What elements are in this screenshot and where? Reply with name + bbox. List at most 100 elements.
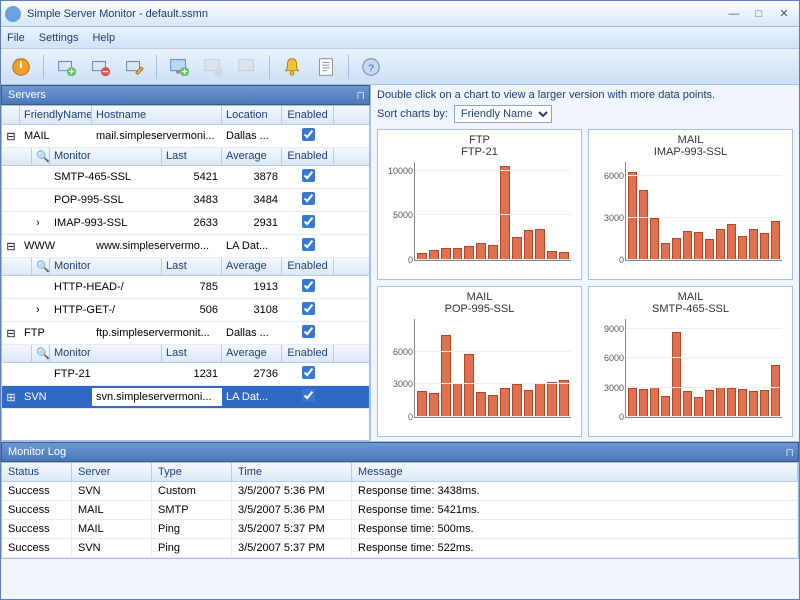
chart-bar [661,396,670,417]
chart-bar [453,383,463,417]
enabled-checkbox[interactable] [302,279,315,292]
server-row[interactable]: ⊟FTPftp.simpleservermonit...Dallas ... [2,322,369,345]
power-button[interactable] [7,53,35,81]
close-button[interactable]: ✕ [773,5,795,23]
menu-help[interactable]: Help [92,32,115,44]
row-selector-icon[interactable]: › [32,301,50,319]
chart-bar [705,239,714,260]
enabled-checkbox[interactable] [302,128,315,141]
log-row[interactable]: SuccessMAILSMTP3/5/2007 5:36 PMResponse … [2,501,798,520]
chart-bar [727,224,736,260]
menubar: File Settings Help [1,27,799,49]
row-selector-icon[interactable] [32,197,50,203]
pin-icon[interactable]: ⊓ [356,89,365,102]
expand-icon[interactable]: ⊟ [2,324,20,343]
log-button[interactable] [312,53,340,81]
log-col-server[interactable]: Server [72,463,152,481]
menu-settings[interactable]: Settings [39,32,79,44]
server-row[interactable]: ⊟WWWwww.simpleservermo...LA Dat... [2,235,369,258]
sort-select[interactable]: Friendly Name [454,105,552,123]
remove-server-button[interactable] [86,53,114,81]
chart-bar [672,332,681,417]
row-selector-icon[interactable] [32,284,50,290]
edit-server-button[interactable] [120,53,148,81]
enabled-checkbox[interactable] [302,238,315,251]
row-selector-icon[interactable] [32,174,50,180]
minimize-button[interactable]: — [723,5,745,23]
log-row[interactable]: SuccessSVNCustom3/5/2007 5:36 PMResponse… [2,482,798,501]
row-selector-icon[interactable] [32,371,50,377]
enabled-checkbox[interactable] [302,325,315,338]
search-icon[interactable]: 🔍 [32,148,50,165]
server-row[interactable]: ⊞SVNsvn.simpleservermoni...LA Dat... [2,386,369,409]
chart-bar [650,218,659,260]
chart-bar [476,243,486,260]
monitor-row[interactable]: ›HTTP-GET-/5063108 [2,299,369,322]
chart[interactable]: MAILIMAP-993-SSL030006000 [588,129,793,280]
chart-bar [694,397,703,417]
chart-subtitle: IMAP-993-SSL [654,146,727,158]
monitor-row[interactable]: SMTP-465-SSL54213878 [2,166,369,189]
remove-monitor-button[interactable] [199,53,227,81]
titlebar[interactable]: Simple Server Monitor - default.ssmn — □… [1,1,799,27]
chart-bar [705,390,714,417]
enabled-checkbox[interactable] [302,389,315,402]
log-row[interactable]: SuccessMAILPing3/5/2007 5:37 PMResponse … [2,520,798,539]
chart-bar [429,393,439,417]
chart-subtitle: FTP-21 [461,146,498,158]
log-col-message[interactable]: Message [352,463,798,481]
chart-bar [488,395,498,417]
enabled-checkbox[interactable] [302,192,315,205]
chart-bar [738,236,747,260]
chart[interactable]: FTPFTP-210500010000 [377,129,582,280]
chart-title: MAIL [467,291,493,303]
chart-bar [716,229,725,260]
chart[interactable]: MAILPOP-995-SSL 030006000 [377,286,582,437]
search-icon[interactable]: 🔍 [32,258,50,275]
chart-title: MAIL [678,134,704,146]
enabled-checkbox[interactable] [302,302,315,315]
chart-bar [727,388,736,417]
monitor-row[interactable]: FTP-2112312736 [2,363,369,386]
edit-monitor-button[interactable] [233,53,261,81]
log-col-time[interactable]: Time [232,463,352,481]
window-title: Simple Server Monitor - default.ssmn [27,8,720,20]
chart-subtitle: POP-995-SSL [445,303,515,315]
log-row[interactable]: SuccessSVNPing3/5/2007 5:37 PMResponse t… [2,539,798,558]
search-icon[interactable]: 🔍 [32,345,50,362]
chart-hint: Double click on a chart to view a larger… [377,89,793,101]
help-button[interactable]: ? [357,53,385,81]
chart-bar [488,245,498,260]
servers-panel-title: Servers [8,89,46,101]
expand-icon[interactable]: ⊞ [2,388,20,407]
server-row[interactable]: ⊟MAILmail.simpleservermoni...Dallas ... [2,125,369,148]
alert-button[interactable] [278,53,306,81]
chart[interactable]: MAILSMTP-465-SSL0300060009000 [588,286,793,437]
chart-bar [738,389,747,417]
expand-icon[interactable]: ⊟ [2,127,20,146]
add-server-button[interactable] [52,53,80,81]
chart-plot: 030006000 [414,319,571,418]
row-selector-icon[interactable]: › [32,214,50,232]
chart-bar [661,243,670,260]
maximize-button[interactable]: □ [748,5,770,23]
log-col-status[interactable]: Status [2,463,72,481]
chart-bar [771,221,780,260]
add-monitor-button[interactable] [165,53,193,81]
chart-bar [760,390,769,417]
monitor-row[interactable]: POP-995-SSL34833484 [2,189,369,212]
menu-file[interactable]: File [7,32,25,44]
expand-icon[interactable]: ⊟ [2,237,20,256]
monitor-row[interactable]: HTTP-HEAD-/7851913 [2,276,369,299]
pin-icon[interactable]: ⊓ [785,446,794,459]
chart-bar [417,391,427,417]
chart-bar [650,387,659,417]
enabled-checkbox[interactable] [302,366,315,379]
chart-bar [639,190,648,260]
enabled-checkbox[interactable] [302,169,315,182]
chart-bar [771,365,780,417]
servers-tree[interactable]: FriendlyNameHostnameLocationEnabled⊟MAIL… [1,105,370,441]
monitor-row[interactable]: ›IMAP-993-SSL26332931 [2,212,369,235]
enabled-checkbox[interactable] [302,215,315,228]
log-col-type[interactable]: Type [152,463,232,481]
